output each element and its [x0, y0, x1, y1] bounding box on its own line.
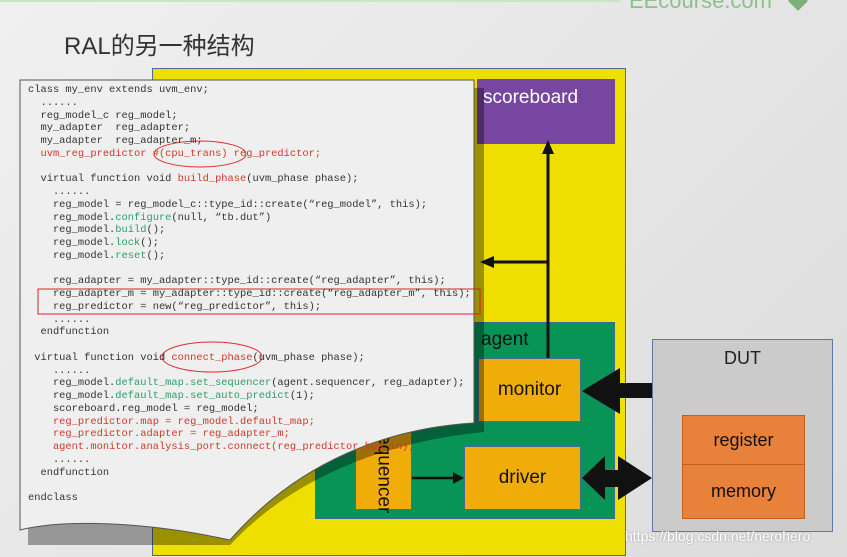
- code-token: reg_model = reg_model_c::type_id::create…: [28, 198, 428, 211]
- code-line: endfunction: [28, 467, 471, 480]
- code-token: (1);: [289, 390, 315, 402]
- monitor-to-scoreboard-arrow: [480, 140, 554, 358]
- code-token: virtual function void: [28, 173, 178, 186]
- code-token: reg_predictor = new(“reg_predictor”, thi…: [28, 300, 322, 313]
- code-line: endclass: [28, 492, 471, 505]
- csdn-watermark: https://blog.csdn.net/nerohero: [625, 528, 811, 544]
- code-token: (null, “tb.dut”): [171, 211, 272, 224]
- code-line: ......: [28, 314, 471, 327]
- code-line: my_adapter reg_adapter_m;: [28, 135, 471, 148]
- code-line: my_adapter reg_adapter;: [28, 122, 471, 135]
- code-line: reg_model.default_map.set_sequencer(agen…: [28, 377, 471, 390]
- code-token: build: [115, 224, 147, 237]
- code-token: reg_predictor.map = reg_model.default_ma…: [28, 415, 315, 428]
- code-token: reg_model.: [28, 249, 116, 262]
- code-token: ();: [146, 249, 166, 262]
- code-token: default_map.set_auto_predict: [115, 390, 290, 402]
- code-token: ......: [28, 313, 91, 326]
- driver-dut-double-arrow: [582, 456, 652, 500]
- code-token: configure: [115, 211, 172, 224]
- code-line: ......: [28, 365, 471, 378]
- code-line: uvm_reg_predictor #(cpu_trans) reg_predi…: [28, 148, 471, 161]
- code-token: endfunction: [28, 326, 110, 339]
- code-token: scoreboard.reg_model = reg_model;: [28, 402, 259, 415]
- code-token: (uvm_phase phase);: [252, 351, 365, 364]
- code-token: uvm_reg_predictor #(cpu_trans) reg_predi…: [28, 147, 322, 160]
- code-token: (agent.sequencer, reg_adapter);: [271, 377, 465, 390]
- code-token: class my_env extends uvm_env;: [28, 84, 209, 96]
- code-line: ......: [28, 186, 471, 199]
- code-line: class my_env extends uvm_env;: [28, 84, 471, 97]
- code-token: ......: [28, 453, 91, 466]
- code-token: ();: [140, 237, 159, 249]
- code-token: ......: [28, 96, 78, 109]
- code-token: ......: [28, 364, 91, 377]
- code-token: reg_model.: [28, 237, 116, 249]
- code-token: ();: [146, 224, 166, 237]
- code-token: endfunction: [28, 466, 110, 479]
- code-line: reg_model.default_map.set_auto_predict(1…: [28, 390, 471, 403]
- code-line: reg_predictor = new(“reg_predictor”, thi…: [28, 301, 471, 314]
- code-token: reg_adapter_m = my_adapter::type_id::cre…: [28, 288, 471, 300]
- dut-to-monitor-arrow: [582, 368, 652, 414]
- code-line: reg_model_c reg_model;: [28, 110, 471, 123]
- code-line: reg_predictor.map = reg_model.default_ma…: [28, 416, 471, 429]
- code-line: reg_model.configure(null, “tb.dut”): [28, 212, 471, 225]
- code-line: endfunction: [28, 326, 471, 339]
- code-token: reg_model.: [28, 377, 116, 390]
- code-token: reg_predictor.adapter = reg_adapter_m;: [28, 428, 290, 441]
- code-token: reg_model_c reg_model;: [28, 109, 178, 122]
- code-token: reg_adapter = my_adapter::type_id::creat…: [28, 275, 446, 288]
- code-line: scoreboard.reg_model = reg_model;: [28, 403, 471, 416]
- code-line: reg_model = reg_model_c::type_id::create…: [28, 199, 471, 212]
- code-token: default_map.set_sequencer: [115, 377, 272, 390]
- code-line: reg_adapter = my_adapter::type_id::creat…: [28, 275, 471, 288]
- code-line: reg_adapter_m = my_adapter::type_id::cre…: [28, 288, 471, 301]
- code-line: virtual function void build_phase(uvm_ph…: [28, 173, 471, 186]
- code-token: reg_model.: [28, 390, 116, 402]
- code-token: virtual function void: [28, 351, 172, 364]
- code-token: build_phase: [177, 173, 247, 186]
- code-line: reg_model.lock();: [28, 237, 471, 250]
- code-token: connect_phase: [171, 351, 253, 364]
- code-token: reg_model.: [28, 224, 116, 237]
- code-line: ......: [28, 454, 471, 467]
- code-line: agent.monitor.analysis_port.connect(reg_…: [28, 441, 471, 454]
- code-token: (uvm_phase phase);: [246, 173, 359, 186]
- code-token: lock: [115, 237, 141, 249]
- code-line: reg_model.build();: [28, 224, 471, 237]
- code-line: virtual function void connect_phase(uvm_…: [28, 352, 471, 365]
- code-line: reg_predictor.adapter = reg_adapter_m;: [28, 428, 471, 441]
- code-token: agent.monitor.analysis_port.connect(reg_…: [28, 441, 415, 453]
- code-line: reg_model.reset();: [28, 250, 471, 263]
- code-block: class my_env extends uvm_env; ...... reg…: [28, 84, 471, 505]
- code-token: endclass: [28, 492, 78, 504]
- code-token: reset: [115, 249, 147, 262]
- code-token: my_adapter reg_adapter_m;: [28, 135, 203, 147]
- code-line: ......: [28, 97, 471, 110]
- code-token: reg_model.: [28, 211, 116, 224]
- code-token: my_adapter reg_adapter;: [28, 122, 191, 135]
- code-token: ......: [28, 186, 91, 198]
